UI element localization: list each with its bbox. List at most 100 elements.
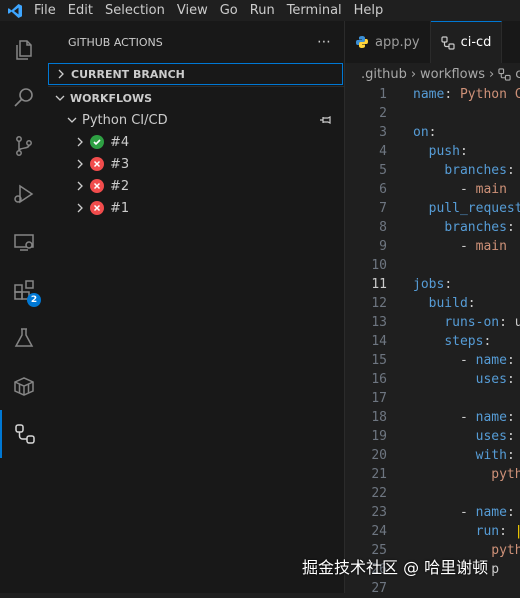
code-text: push: (428, 144, 468, 159)
code-text: jobs: (413, 277, 453, 292)
workflow-run-item[interactable]: #4 (48, 131, 344, 153)
code-line: 3 on: (345, 123, 520, 142)
workflow-run-label: #1 (110, 200, 130, 216)
line-number: 8 (379, 220, 387, 235)
code-text: - main (413, 239, 507, 254)
menu-item-terminal[interactable]: Terminal (287, 0, 342, 21)
tab-ci-cd-label: ci-cd (460, 35, 492, 50)
watermark-text: 掘金技术社区 @ 哈里谢顿 (302, 558, 489, 577)
line-number: 9 (379, 239, 387, 254)
failure-x-icon (90, 157, 104, 171)
line-number: 12 (371, 296, 387, 311)
breadcrumb-workflows[interactable]: workflows (420, 67, 485, 82)
line-number: 1 (379, 87, 387, 102)
more-actions-icon[interactable]: ⋯ (317, 34, 332, 50)
code-text: on: (413, 125, 437, 140)
code-text: pull_request (428, 201, 520, 216)
code-text: - main (413, 182, 507, 197)
explorer-icon[interactable] (0, 26, 48, 74)
workflow-run-item[interactable]: #1 (48, 197, 344, 219)
code-line: 27 (345, 579, 520, 598)
vscode-logo-icon (0, 0, 30, 21)
menu-item-selection[interactable]: Selection (105, 0, 165, 21)
code-line: 16 uses: (345, 370, 520, 389)
search-icon[interactable] (0, 74, 48, 122)
line-number: 6 (379, 182, 387, 197)
line-number: 21 (371, 467, 387, 482)
menu-item-run[interactable]: Run (250, 0, 275, 21)
code-line: 18 - name: (345, 408, 520, 427)
menu-bar: File Edit Selection View Go Run Terminal Help (30, 0, 391, 21)
testing-icon[interactable] (0, 314, 48, 362)
workflow-run-label: #2 (110, 178, 130, 194)
line-number: 20 (371, 448, 387, 463)
sidebar-header: GITHUB ACTIONS ⋯ (48, 21, 344, 63)
tab-app-py[interactable]: app.py (345, 21, 431, 63)
line-number: 14 (371, 334, 387, 349)
failure-x-icon (90, 201, 104, 215)
failure-x-icon (90, 179, 104, 193)
code-line: 6 - main (345, 180, 520, 199)
line-number: 10 (371, 258, 387, 273)
title-bar: File Edit Selection View Go Run Terminal Help (0, 0, 520, 21)
menu-item-file[interactable]: File (34, 0, 56, 21)
chevron-down-icon (52, 90, 68, 106)
workflows-label: WORKFLOWS (70, 91, 153, 105)
editor-tabs: app.py ci-cd (345, 21, 520, 63)
code-line: 24 run: | (345, 522, 520, 541)
github-actions-icon[interactable] (0, 410, 48, 458)
code-text: branches: (444, 163, 515, 178)
line-number: 2 (379, 106, 387, 121)
code-line: 1 name: Python C (345, 85, 520, 104)
menu-item-help[interactable]: Help (354, 0, 384, 21)
code-text: branches: (444, 220, 515, 235)
remote-explorer-icon[interactable] (0, 218, 48, 266)
workflow-run-item[interactable]: #3 (48, 153, 344, 175)
code-text: uses: (475, 372, 515, 387)
chevron-right-icon (72, 178, 88, 194)
code-text: name: Python C (413, 87, 520, 102)
code-line: 8 branches: (345, 218, 520, 237)
menu-item-view[interactable]: View (177, 0, 208, 21)
current-branch-label: CURRENT BRANCH (71, 67, 185, 81)
chevron-right-icon (72, 200, 88, 216)
extensions-icon[interactable]: 2 (0, 266, 48, 314)
workflow-run-label: #4 (110, 134, 130, 150)
current-branch-section[interactable]: CURRENT BRANCH (48, 63, 343, 85)
breadcrumb-github[interactable]: .github (361, 67, 407, 82)
workflow-runs-list: #4 #3 #2 #1 (48, 131, 344, 219)
chevron-down-icon (64, 112, 80, 128)
source-control-icon[interactable] (0, 122, 48, 170)
chevron-right-icon (72, 134, 88, 150)
chevron-right-icon (53, 66, 69, 82)
code-line: 14 steps: (345, 332, 520, 351)
workflow-run-item[interactable]: #2 (48, 175, 344, 197)
code-editor[interactable]: 1 name: Python C 2 3 on: 4 push: 5 branches: 6… (345, 85, 520, 598)
code-text: uses: (475, 429, 515, 444)
success-check-icon (90, 135, 104, 149)
run-debug-icon[interactable] (0, 170, 48, 218)
line-number: 17 (371, 391, 387, 406)
workflow-item[interactable]: Python CI/CD (48, 109, 344, 131)
code-line: 21 pyth (345, 465, 520, 484)
menu-item-go[interactable]: Go (220, 0, 238, 21)
chevron-right-icon: › (489, 66, 495, 82)
workflows-section[interactable]: WORKFLOWS (48, 87, 344, 109)
code-text: - name: (413, 505, 515, 520)
activity-bar: 2 (0, 21, 48, 593)
line-number: 4 (379, 144, 387, 159)
containers-icon[interactable] (0, 362, 48, 410)
menu-item-edit[interactable]: Edit (68, 0, 93, 21)
code-line: 12 build: (345, 294, 520, 313)
pin-icon[interactable] (318, 113, 332, 131)
tab-ci-cd[interactable]: ci-cd (430, 21, 503, 63)
code-line: 10 (345, 256, 520, 275)
code-text: runs-on: u (444, 315, 520, 330)
code-text: run: | (475, 524, 520, 539)
breadcrumb-file[interactable]: c (515, 67, 520, 82)
breadcrumb: .github › workflows › c (345, 63, 520, 85)
tab-app-py-label: app.py (375, 34, 420, 50)
github-actions-sidebar: GITHUB ACTIONS ⋯ CURRENT BRANCH WORKFLOW… (48, 21, 345, 593)
code-line: 11 jobs: (345, 275, 520, 294)
line-number: 15 (371, 353, 387, 368)
